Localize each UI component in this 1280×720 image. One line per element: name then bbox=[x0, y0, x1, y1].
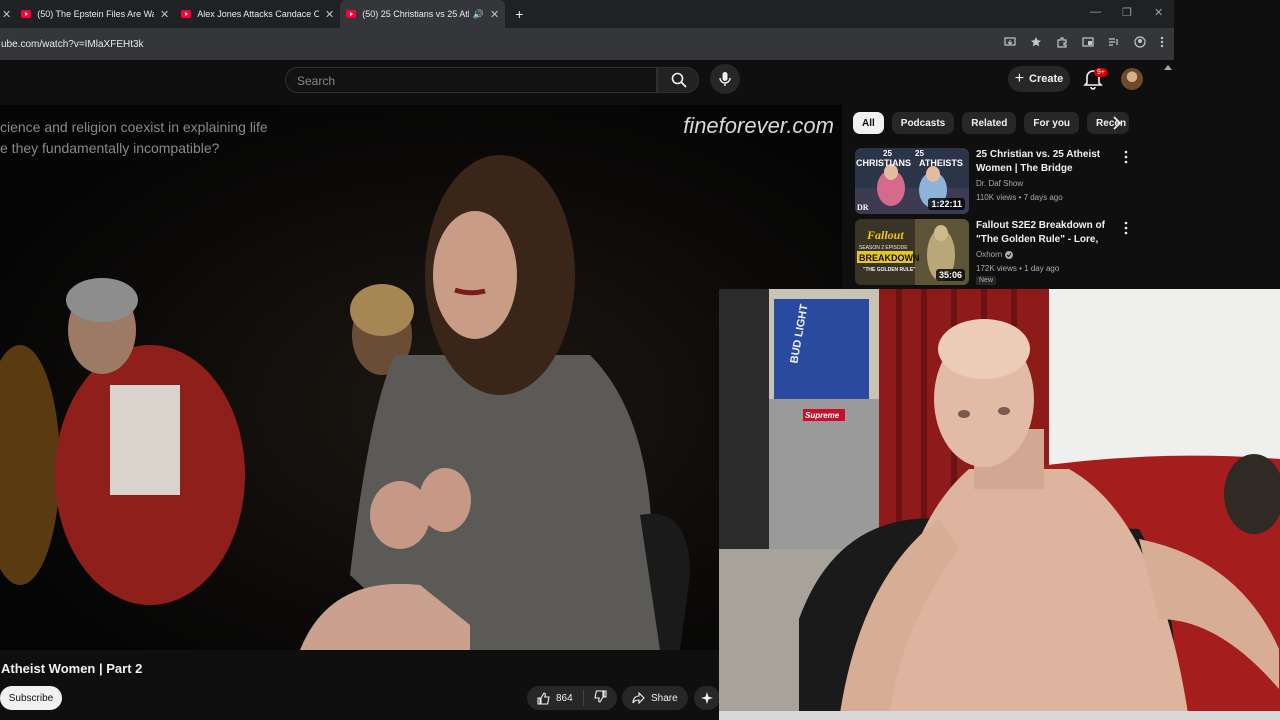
restore-icon[interactable]: ❐ bbox=[1122, 6, 1132, 19]
notification-count-badge: 9+ bbox=[1094, 68, 1108, 77]
close-icon[interactable]: ✕ bbox=[325, 8, 334, 21]
new-badge: New bbox=[976, 276, 997, 285]
thumb-number: 25 bbox=[915, 149, 924, 158]
search-button[interactable] bbox=[657, 67, 699, 93]
create-button[interactable]: + Create bbox=[1008, 66, 1070, 92]
screen: ✕ (50) The Epstein Files Are Way ✕ Alex … bbox=[0, 0, 1280, 720]
overlay-line: cience and religion coexist in explainin… bbox=[0, 119, 268, 135]
thumb-tag: "THE GOLDEN RULE" bbox=[863, 267, 916, 273]
view-meta: 110K views • 7 days ago bbox=[976, 193, 1063, 202]
browser-menu-icon[interactable] bbox=[1160, 36, 1164, 48]
overlay-line: e they fundamentally incompatible? bbox=[0, 140, 220, 156]
like-count: 864 bbox=[556, 692, 573, 704]
thumb-number: 25 bbox=[883, 149, 892, 158]
extensions-icon[interactable] bbox=[1056, 36, 1068, 48]
thumb-text-left: CHRISTIANS bbox=[856, 158, 911, 168]
subscribe-button[interactable]: Subscribe bbox=[0, 686, 62, 710]
microphone-icon bbox=[719, 72, 731, 86]
like-button[interactable]: 864 bbox=[527, 690, 584, 706]
like-dislike-group: 864 bbox=[527, 686, 617, 710]
tab-label: (50) 25 Christians vs 25 Athe bbox=[362, 9, 469, 19]
sticker-label: Supreme bbox=[805, 411, 840, 420]
duration-badge: 1:22:11 bbox=[928, 198, 965, 210]
tab-alex-jones[interactable]: Alex Jones Attacks Candace Ow ✕ bbox=[175, 0, 340, 28]
video-thumbnail[interactable]: 25 25 CHRISTIANS ATHEISTS DR 1:22:11 bbox=[855, 148, 969, 214]
thumb-text-right: ATHEISTS bbox=[919, 158, 963, 168]
more-options-icon[interactable] bbox=[1123, 150, 1129, 164]
share-label: Share bbox=[651, 692, 678, 704]
video-player[interactable]: cience and religion coexist in explainin… bbox=[0, 105, 842, 650]
tab-label: (50) The Epstein Files Are Way bbox=[37, 9, 154, 19]
thumb-logo: DR bbox=[857, 203, 869, 212]
new-tab-button[interactable]: + bbox=[515, 6, 523, 22]
minimize-icon[interactable]: — bbox=[1090, 6, 1101, 18]
chip-related[interactable]: Related bbox=[962, 112, 1017, 134]
video-watermark: fineforever.com bbox=[683, 113, 834, 138]
channel-name[interactable]: Oxhorn bbox=[976, 248, 1002, 262]
scrollbar-track bbox=[1164, 65, 1172, 70]
sparkle-icon bbox=[701, 692, 713, 704]
account-avatar[interactable] bbox=[1121, 68, 1143, 90]
thumb-brand: Fallout bbox=[866, 228, 904, 242]
channel-row: Oxhorn bbox=[976, 248, 1014, 262]
youtube-header: Search + Create 9+ bbox=[0, 60, 1174, 104]
thumb-sub: SEASON 2 EPISODE bbox=[859, 245, 908, 251]
thumbs-up-icon bbox=[537, 691, 550, 705]
dislike-button[interactable] bbox=[584, 690, 617, 706]
search-icon bbox=[671, 72, 687, 88]
video-title: Atheist Women | Part 2 bbox=[1, 661, 143, 676]
youtube-favicon-icon bbox=[181, 10, 192, 18]
thumb-main: BREAKDOWN bbox=[859, 253, 920, 263]
verified-check-icon bbox=[1005, 251, 1014, 259]
video-frame-image bbox=[0, 105, 842, 650]
webcam-feed-image: BUD LIGHT Supreme bbox=[719, 289, 1280, 720]
video-overlay-question: cience and religion coexist in explainin… bbox=[0, 117, 268, 159]
chip-for-you[interactable]: For you bbox=[1024, 112, 1080, 134]
split-view-icon[interactable] bbox=[1082, 36, 1094, 48]
more-options-icon[interactable] bbox=[1123, 221, 1129, 235]
webcam-overlay: BUD LIGHT Supreme bbox=[719, 289, 1280, 720]
create-label: Create bbox=[1029, 73, 1064, 85]
window-close-icon[interactable]: ✕ bbox=[1154, 6, 1163, 19]
thumbs-down-icon bbox=[594, 690, 607, 703]
recommendation-title[interactable]: Fallout S2E2 Breakdown of "The Golden Ru… bbox=[976, 219, 1126, 247]
bookmark-star-icon[interactable] bbox=[1030, 36, 1042, 48]
chip-podcasts[interactable]: Podcasts bbox=[891, 112, 955, 134]
toolbar-icons bbox=[1004, 36, 1164, 48]
tab-epstein[interactable]: (50) The Epstein Files Are Way ✕ bbox=[15, 0, 175, 28]
share-icon bbox=[632, 692, 645, 704]
address-bar: ube.com/watch?v=IMlaXFEHt3k bbox=[0, 28, 1174, 60]
speaker-icon[interactable]: 🔊 bbox=[473, 9, 484, 20]
ask-ai-button[interactable] bbox=[694, 686, 720, 710]
media-control-icon[interactable] bbox=[1108, 36, 1120, 48]
profile-icon[interactable] bbox=[1134, 36, 1146, 48]
filter-chips: All Podcasts Related For you Recen bbox=[853, 112, 1130, 134]
close-icon[interactable]: ✕ bbox=[160, 8, 169, 21]
recommendation-item[interactable]: Fallout SEASON 2 EPISODE BREAKDOWN "THE … bbox=[855, 219, 1155, 285]
video-thumbnail[interactable]: Fallout SEASON 2 EPISODE BREAKDOWN "THE … bbox=[855, 219, 969, 285]
close-icon[interactable]: ✕ bbox=[490, 8, 499, 21]
close-icon[interactable]: ✕ bbox=[2, 8, 11, 21]
url-field[interactable]: ube.com/watch?v=IMlaXFEHt3k bbox=[0, 39, 144, 50]
chip-all[interactable]: All bbox=[853, 112, 884, 134]
page-scrollbar[interactable] bbox=[1162, 62, 1174, 290]
youtube-favicon-icon bbox=[21, 10, 32, 18]
install-app-icon[interactable] bbox=[1004, 36, 1016, 48]
voice-search-button[interactable] bbox=[710, 64, 740, 94]
duration-badge: 35:06 bbox=[935, 269, 965, 281]
view-meta: 172K views • 1 day ago bbox=[976, 264, 1060, 273]
tab-label: Alex Jones Attacks Candace Ow bbox=[197, 9, 319, 19]
chevron-right-icon[interactable] bbox=[1110, 116, 1124, 130]
share-button[interactable]: Share bbox=[622, 686, 688, 710]
channel-name[interactable]: Dr. Daf Show bbox=[976, 177, 1023, 191]
search-input[interactable]: Search bbox=[285, 67, 657, 93]
recommendation-item[interactable]: 25 25 CHRISTIANS ATHEISTS DR 1:22:11 25 … bbox=[855, 148, 1155, 214]
recommendation-title[interactable]: 25 Christian vs. 25 Atheist Women | The … bbox=[976, 148, 1126, 176]
browser-tab-bar: ✕ (50) The Epstein Files Are Way ✕ Alex … bbox=[0, 0, 1174, 28]
youtube-favicon-icon bbox=[346, 10, 357, 18]
tab-christians-vs-atheists[interactable]: (50) 25 Christians vs 25 Athe 🔊 ✕ bbox=[340, 0, 506, 28]
plus-icon: + bbox=[1014, 70, 1025, 87]
